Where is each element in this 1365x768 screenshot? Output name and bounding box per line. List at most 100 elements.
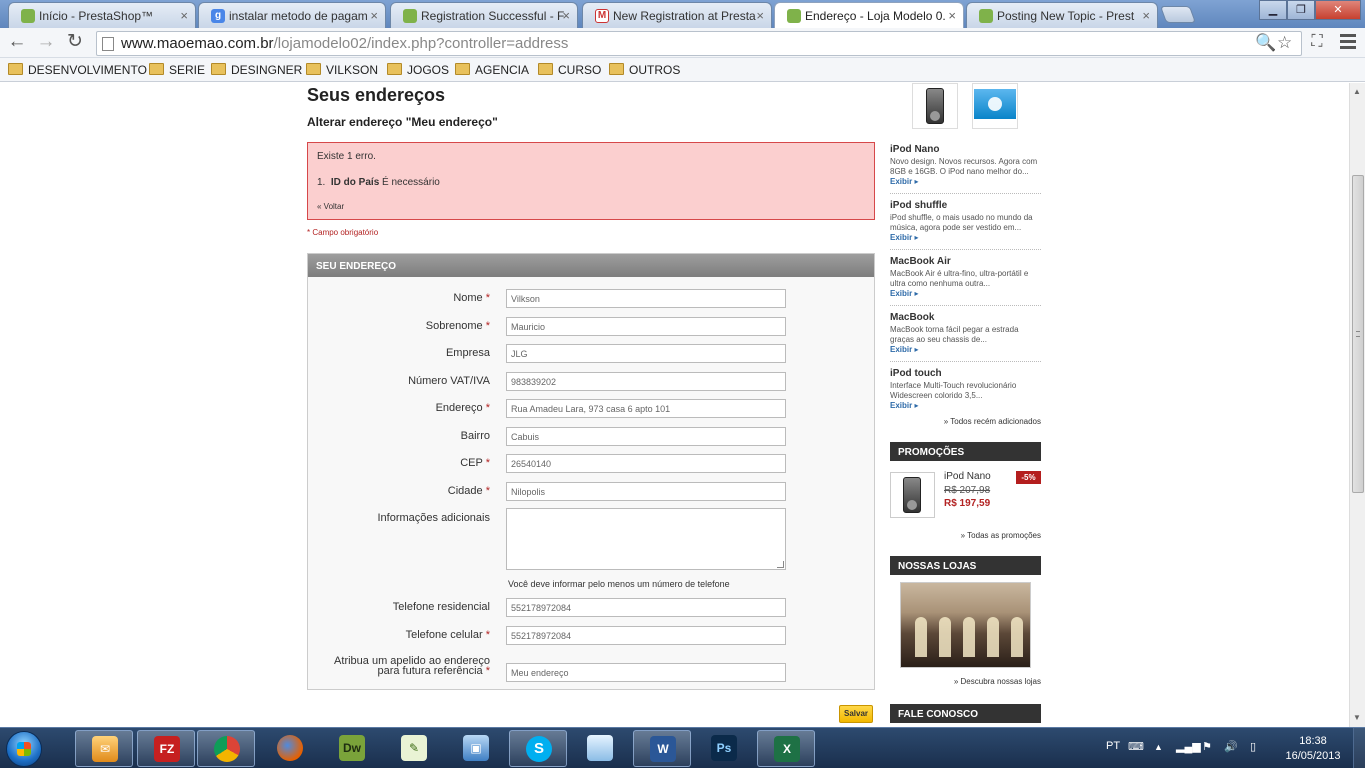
scroll-up-icon[interactable]: ▲ <box>1353 87 1361 96</box>
tray-expand-icon[interactable]: ▲ <box>1154 742 1163 752</box>
bookmark-folder-desenvolvimento[interactable]: DESENVOLVIMENTO <box>8 63 147 77</box>
close-icon[interactable]: × <box>948 8 956 23</box>
tab-instalar-metodo[interactable]: g instalar metodo de pagam × <box>198 2 386 28</box>
contact-header[interactable]: FALE CONOSCO <box>890 704 1041 723</box>
tab-registration-successful[interactable]: Registration Successful - F × <box>390 2 578 28</box>
all-promotions-link[interactable]: » Todas as promoções <box>961 531 1041 540</box>
bookmark-folder-agencia[interactable]: AGENCIA <box>455 63 529 77</box>
taskbar-firefox[interactable] <box>261 730 319 767</box>
product-name[interactable]: iPod Nano <box>890 144 1041 155</box>
close-window-button[interactable]: ✕ <box>1315 0 1361 20</box>
close-icon[interactable]: × <box>756 8 764 23</box>
tab-endereco-loja[interactable]: Endereço - Loja Modelo 0. × <box>774 2 964 29</box>
forward-arrow-icon[interactable]: → <box>35 32 57 54</box>
taskbar-notepadplusplus[interactable]: ✎ <box>385 730 443 767</box>
scrollbar-thumb[interactable] <box>1352 175 1364 493</box>
taskbar-thunderbird[interactable]: ✉ <box>75 730 133 767</box>
network-signal-icon[interactable]: ▂▄▆ <box>1176 740 1201 753</box>
phone-home-input[interactable]: 552178972084 <box>506 598 786 617</box>
stores-header[interactable]: NOSSAS LOJAS <box>890 556 1041 575</box>
bairro-input[interactable]: Cabuis <box>506 427 786 446</box>
action-center-flag-icon[interactable]: ⚑ <box>1202 740 1212 753</box>
new-tab-button[interactable] <box>1159 6 1197 23</box>
vat-input[interactable]: 983839202 <box>506 372 786 391</box>
minimize-button[interactable]: ▁ <box>1259 0 1287 20</box>
close-icon[interactable]: × <box>562 8 570 23</box>
info-textarea[interactable] <box>506 508 786 570</box>
restore-button[interactable]: ❐ <box>1287 0 1315 20</box>
save-button[interactable]: Salvar <box>839 705 873 723</box>
bookmark-folder-desingner[interactable]: DESINGNER <box>211 63 302 77</box>
close-icon[interactable]: × <box>180 8 188 23</box>
tab-new-registration[interactable]: M New Registration at Presta × <box>582 2 772 28</box>
bookmark-folder-jogos[interactable]: JOGOS <box>387 63 449 77</box>
field-cidade: Cidade * Nilopolis <box>308 482 874 502</box>
taskbar-virtualbox[interactable]: ▣ <box>447 730 505 767</box>
store-photo[interactable] <box>900 582 1031 668</box>
show-desktop-button[interactable] <box>1353 728 1365 768</box>
resize-handle[interactable] <box>777 561 784 568</box>
tab-posting-new-topic[interactable]: Posting New Topic - Prest × <box>966 2 1158 28</box>
volume-icon[interactable]: 🔊 <box>1224 740 1238 753</box>
cep-input[interactable]: 26540140 <box>506 454 786 473</box>
start-button[interactable] <box>6 731 42 767</box>
notepad-icon: ✎ <box>401 735 427 761</box>
nome-input[interactable]: Vilkson <box>506 289 786 308</box>
taskbar-filezilla[interactable]: FZ <box>137 730 195 767</box>
field-cep: CEP * 26540140 <box>308 454 874 474</box>
device-icon[interactable]: ▯ <box>1250 740 1256 753</box>
ipod-shuffle-thumbnail[interactable] <box>972 83 1018 129</box>
close-icon[interactable]: × <box>1142 8 1150 23</box>
url-text: www.maoemao.com.br/lojamodelo02/index.ph… <box>121 35 569 52</box>
promo-product-thumbnail[interactable] <box>890 472 935 518</box>
product-name[interactable]: MacBook <box>890 312 1041 323</box>
reload-icon[interactable]: ↻ <box>64 32 86 54</box>
endereco-input[interactable]: Rua Amadeu Lara, 973 casa 6 apto 101 <box>506 399 786 418</box>
taskbar-word[interactable]: W <box>633 730 691 767</box>
product-name[interactable]: iPod touch <box>890 368 1041 379</box>
back-arrow-icon[interactable]: ← <box>6 32 28 54</box>
back-link[interactable]: « Voltar <box>317 202 344 211</box>
bookmark-folder-serie[interactable]: SERIE <box>149 63 205 77</box>
keyboard-icon[interactable]: ⌨ <box>1128 740 1144 753</box>
ipod-nano-thumbnail[interactable] <box>912 83 958 129</box>
phone-mobile-input[interactable]: 552178972084 <box>506 626 786 645</box>
taskbar-excel[interactable]: X <box>757 730 815 767</box>
vertical-scrollbar[interactable]: ▲ ▼ <box>1349 83 1365 727</box>
view-link[interactable]: Exibir ▸ <box>890 233 1041 242</box>
taskbar-notes[interactable] <box>571 730 629 767</box>
tab-inicio-prestashop[interactable]: Início - PrestaShop™ × <box>8 2 196 28</box>
address-bar[interactable]: www.maoemao.com.br/lojamodelo02/index.ph… <box>96 31 1302 56</box>
product-name[interactable]: iPod shuffle <box>890 200 1041 211</box>
fullscreen-icon[interactable]: ⛶ <box>1306 32 1328 54</box>
alias-input[interactable]: Meu endereço <box>506 663 786 682</box>
view-link[interactable]: Exibir ▸ <box>890 289 1041 298</box>
cidade-input[interactable]: Nilopolis <box>506 482 786 501</box>
taskbar-skype[interactable]: S <box>509 730 567 767</box>
empresa-input[interactable]: JLG <box>506 344 786 363</box>
bookmark-star-icon[interactable]: ☆ <box>1277 33 1292 53</box>
discover-stores-link[interactable]: » Descubra nossas lojas <box>954 677 1041 686</box>
scroll-down-icon[interactable]: ▼ <box>1353 713 1361 722</box>
language-indicator[interactable]: PT <box>1106 740 1120 752</box>
bookmark-folder-curso[interactable]: CURSO <box>538 63 601 77</box>
sobrenome-input[interactable]: Mauricio <box>506 317 786 336</box>
zoom-search-icon[interactable]: 🔍 <box>1255 33 1276 53</box>
all-new-products-link[interactable]: » Todos recém adicionados <box>944 417 1041 426</box>
word-icon: W <box>650 736 676 762</box>
view-link[interactable]: Exibir ▸ <box>890 401 1041 410</box>
view-link[interactable]: Exibir ▸ <box>890 177 1041 186</box>
bookmark-folder-outros[interactable]: OUTROS <box>609 63 680 77</box>
promotions-header[interactable]: PROMOÇÕES <box>890 442 1041 461</box>
product-name[interactable]: MacBook Air <box>890 256 1041 267</box>
view-link[interactable]: Exibir ▸ <box>890 345 1041 354</box>
close-icon[interactable]: × <box>370 8 378 23</box>
taskbar-chrome[interactable] <box>197 730 255 767</box>
field-sobrenome: Sobrenome * Mauricio <box>308 317 874 337</box>
taskbar-photoshop[interactable]: Ps <box>695 730 753 767</box>
bookmark-folder-vilkson[interactable]: VILKSON <box>306 63 378 77</box>
taskbar-dreamweaver[interactable]: Dw <box>323 730 381 767</box>
promo-product-name[interactable]: iPod Nano <box>944 471 991 482</box>
system-clock[interactable]: 18:38 16/05/2013 <box>1282 734 1344 764</box>
menu-icon[interactable] <box>1340 34 1356 52</box>
